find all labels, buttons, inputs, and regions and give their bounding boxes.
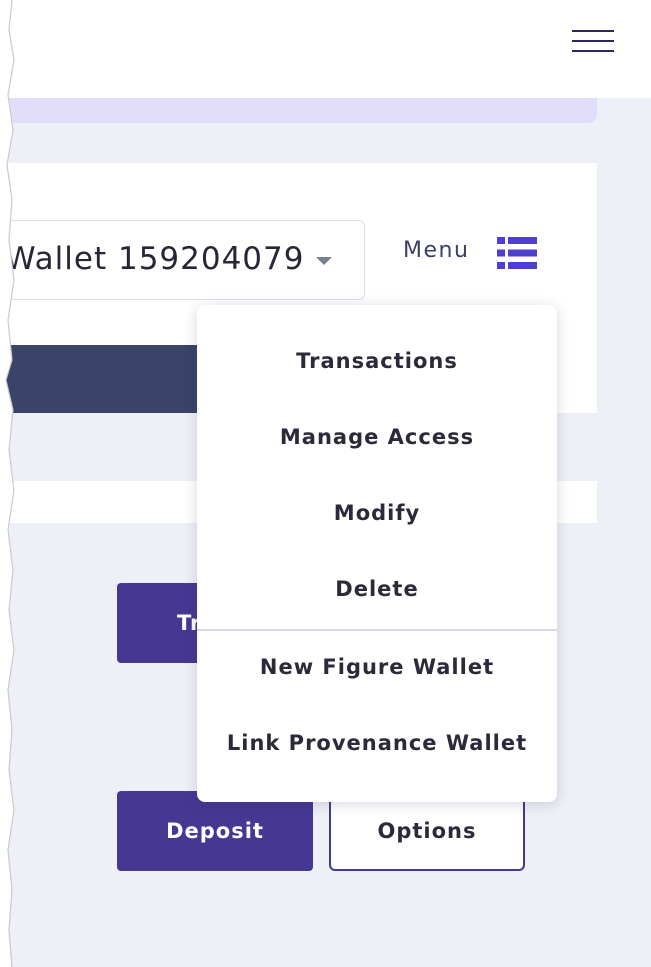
menu-toggle-label[interactable]: Menu bbox=[403, 238, 469, 263]
app-page: Wallet 159204079 Menu Tr Deposit Options… bbox=[0, 0, 651, 967]
deposit-button-label: Deposit bbox=[166, 819, 264, 843]
hamburger-line bbox=[572, 30, 614, 32]
menu-item-modify[interactable]: Modify bbox=[197, 501, 557, 525]
menu-item-new-figure-wallet[interactable]: New Figure Wallet bbox=[197, 655, 557, 679]
options-button-label: Options bbox=[377, 819, 477, 843]
balance-banner bbox=[0, 345, 205, 413]
list-icon[interactable] bbox=[497, 237, 537, 269]
deposit-button[interactable]: Deposit bbox=[117, 791, 313, 871]
wallet-select[interactable]: Wallet 159204079 bbox=[0, 220, 365, 300]
menu-item-manage-access[interactable]: Manage Access bbox=[197, 425, 557, 449]
menu-divider bbox=[197, 629, 557, 631]
notice-banner bbox=[0, 98, 597, 123]
options-button[interactable]: Options bbox=[329, 791, 525, 871]
caret-down-icon bbox=[316, 257, 332, 265]
top-bar bbox=[0, 0, 651, 98]
menu-item-link-provenance-wallet[interactable]: Link Provenance Wallet bbox=[197, 731, 557, 755]
hamburger-line bbox=[572, 40, 614, 42]
hamburger-line bbox=[572, 50, 614, 52]
menu-item-transactions[interactable]: Transactions bbox=[197, 349, 557, 373]
wallet-menu-dropdown: Transactions Manage Access Modify Delete… bbox=[197, 305, 557, 802]
menu-item-delete[interactable]: Delete bbox=[197, 577, 557, 601]
wallet-select-value: Wallet 159204079 bbox=[5, 241, 305, 277]
hamburger-icon[interactable] bbox=[572, 29, 614, 55]
